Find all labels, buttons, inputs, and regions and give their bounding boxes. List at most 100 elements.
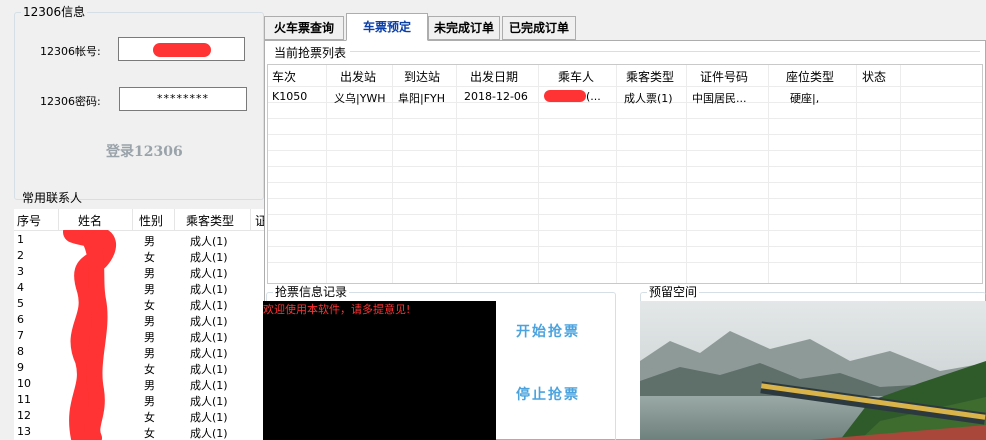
tickets-table[interactable]: 车次 出发站 到达站 出发日期 乘车人 乘客类型 证件号码 座位类型 状态 K1… [267, 64, 983, 284]
contacts-header-type: 乘客类型 [186, 214, 235, 228]
contact-type: 成人(1) [190, 299, 228, 312]
contact-gender: 男 [144, 331, 155, 344]
contact-row[interactable]: 8 男 成人(1) [14, 344, 264, 360]
contact-row[interactable]: 13 女 成人(1) [14, 424, 264, 440]
grid-line [268, 86, 982, 87]
contact-no: 5 [17, 297, 24, 310]
contacts-header: 序号 姓名 性别 乘客类型 证 [14, 209, 267, 231]
contact-no: 9 [17, 361, 24, 374]
td-to: 阜阳|FYH [398, 92, 446, 105]
contact-type: 成人(1) [190, 283, 228, 296]
password-label: 12306密码: [40, 95, 101, 108]
tickets-group-line [350, 51, 980, 52]
contact-gender: 男 [144, 235, 155, 248]
password-input[interactable]: ******** [119, 87, 247, 111]
td-id: 中国居民... [692, 92, 747, 105]
contact-type: 成人(1) [190, 235, 228, 248]
password-value: ******** [157, 92, 209, 105]
contact-gender: 女 [144, 411, 155, 424]
log-group-title: 抢票信息记录 [273, 285, 350, 299]
th-date: 出发日期 [470, 70, 519, 84]
contact-type: 成人(1) [190, 395, 228, 408]
contacts-table[interactable]: 1 男成人(1) 2 女成人(1) 3 男成人(1) 4 男成人(1) 5 女成人(1) 6 男成人(… [14, 231, 264, 440]
contact-no: 8 [17, 345, 24, 358]
contact-no: 3 [17, 265, 24, 278]
grid-line [268, 182, 982, 183]
contacts-title: 常用联系人 [22, 191, 83, 205]
login-group-title: 12306信息 [21, 5, 88, 19]
contact-row[interactable]: 12 女 成人(1) [14, 408, 264, 424]
grid-line [268, 246, 982, 247]
th-train: 车次 [272, 70, 297, 84]
contacts-header-no: 序号 [17, 214, 42, 228]
grid-line [268, 230, 982, 231]
contact-row[interactable]: 1 男 成人(1) [14, 232, 264, 248]
log-console: 欢迎使用本软件，请多提意见! [263, 301, 496, 440]
account-label: 12306帐号: [40, 45, 101, 58]
contact-type: 成人(1) [190, 427, 228, 440]
contact-no: 11 [17, 393, 31, 406]
start-button[interactable]: 开始抢票 [516, 321, 580, 341]
contact-gender: 男 [144, 379, 155, 392]
th-status: 状态 [862, 70, 887, 84]
td-date: 2018-12-06 [464, 90, 528, 103]
contact-type: 成人(1) [190, 315, 228, 328]
contact-gender: 男 [144, 283, 155, 296]
grid-line [268, 150, 982, 151]
contact-row[interactable]: 5 女 成人(1) [14, 296, 264, 312]
contact-no: 7 [17, 329, 24, 342]
contact-row[interactable]: 4 男 成人(1) [14, 280, 264, 296]
account-input[interactable] [118, 37, 245, 61]
grid-line [268, 118, 982, 119]
tab-booking[interactable]: 车票预定 [346, 13, 428, 41]
contact-no: 6 [17, 313, 24, 326]
grid-line [268, 262, 982, 263]
contact-gender: 女 [144, 363, 155, 376]
grid-line [268, 134, 982, 135]
contact-type: 成人(1) [190, 379, 228, 392]
contact-gender: 男 [144, 267, 155, 280]
contact-no: 1 [17, 233, 24, 246]
contacts-header-name: 姓名 [78, 214, 103, 228]
contact-row[interactable]: 9 女 成人(1) [14, 360, 264, 376]
contact-row[interactable]: 2 女 成人(1) [14, 248, 264, 264]
contact-no: 4 [17, 281, 24, 294]
contact-gender: 女 [144, 427, 155, 440]
tab-unfinished[interactable]: 未完成订单 [428, 16, 500, 40]
th-to: 到达站 [404, 70, 441, 84]
tab-query[interactable]: 火车票查询 [264, 16, 344, 40]
contact-type: 成人(1) [190, 331, 228, 344]
contact-gender: 男 [144, 315, 155, 328]
contact-row[interactable]: 3 男 成人(1) [14, 264, 264, 280]
th-ptype: 乘客类型 [626, 70, 675, 84]
contacts-header-gender: 性别 [139, 214, 164, 228]
contact-no: 2 [17, 249, 24, 262]
td-train: K1050 [272, 90, 308, 103]
contact-gender: 女 [144, 299, 155, 312]
contact-row[interactable]: 10 男 成人(1) [14, 376, 264, 392]
reserved-group-title: 预留空间 [647, 285, 700, 299]
contact-row[interactable]: 6 男 成人(1) [14, 312, 264, 328]
names-redaction [63, 230, 116, 440]
contact-gender: 女 [144, 251, 155, 264]
contact-no: 10 [17, 377, 31, 390]
th-id: 证件号码 [700, 70, 749, 84]
stop-button[interactable]: 停止抢票 [516, 384, 580, 404]
th-from: 出发站 [340, 70, 377, 84]
grid-line [268, 198, 982, 199]
tickets-title: 当前抢票列表 [272, 44, 349, 61]
contact-type: 成人(1) [190, 347, 228, 360]
th-seat: 座位类型 [786, 70, 835, 84]
account-redaction [153, 43, 211, 57]
td-ptype: 成人票(1) [624, 92, 673, 105]
log-message: 欢迎使用本软件，请多提意见! [263, 303, 411, 316]
landscape-photo [640, 301, 986, 440]
td-seat: 硬座|, [790, 92, 820, 105]
contact-no: 12 [17, 409, 31, 422]
contact-row[interactable]: 7 男 成人(1) [14, 328, 264, 344]
tab-finished[interactable]: 已完成订单 [502, 16, 576, 40]
passenger-redaction [544, 90, 586, 102]
contact-row[interactable]: 11 男 成人(1) [14, 392, 264, 408]
grid-line [268, 166, 982, 167]
login-button[interactable]: 登录12306 [106, 141, 183, 161]
